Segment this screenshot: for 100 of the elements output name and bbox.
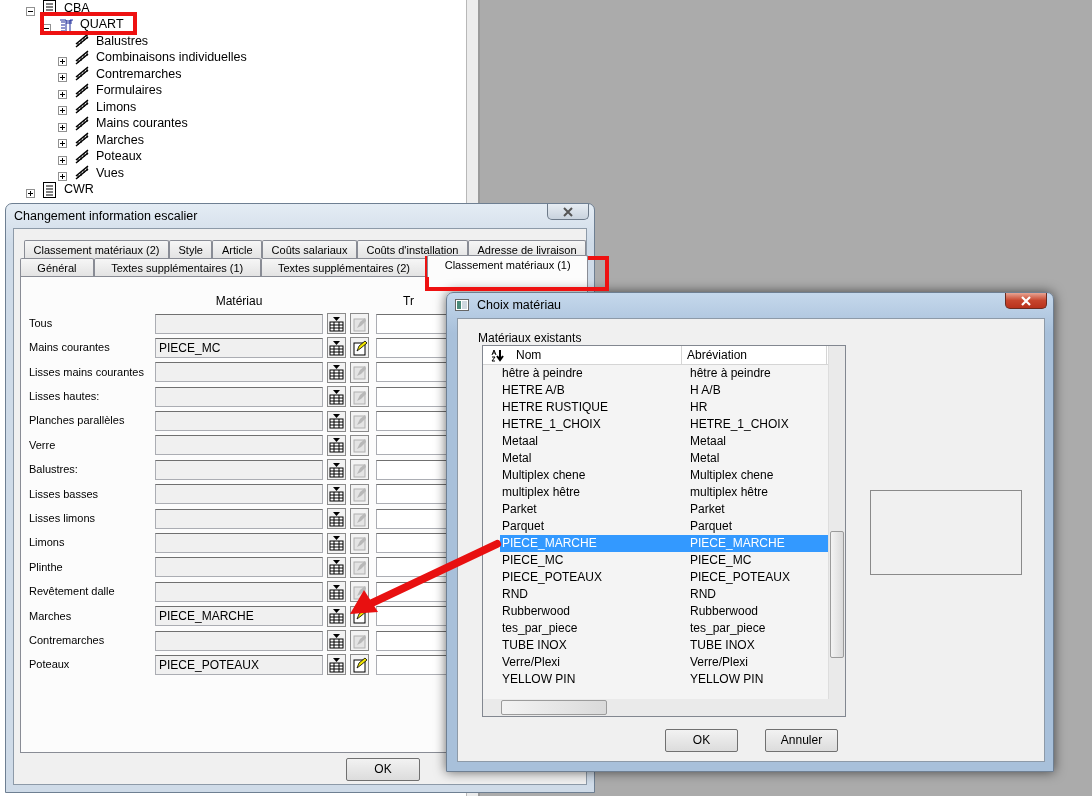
- tree-item[interactable]: Limons: [94, 99, 139, 115]
- list-row[interactable]: tes_par_piece tes_par_piece: [500, 620, 828, 637]
- list-row[interactable]: RND RND: [500, 586, 828, 603]
- tab[interactable]: Coûts d'installation: [356, 240, 468, 258]
- cancel-button[interactable]: Annuler: [765, 729, 838, 752]
- list-row[interactable]: Rubberwood Rubberwood: [500, 603, 828, 620]
- note-pencil-icon: [351, 486, 368, 503]
- pick-button[interactable]: [327, 508, 346, 530]
- tab[interactable]: Textes supplémentaires (2): [260, 258, 428, 276]
- edit-button[interactable]: [350, 337, 369, 359]
- input-field[interactable]: [155, 411, 323, 432]
- ok-button[interactable]: OK: [346, 758, 420, 781]
- list-row[interactable]: TUBE INOX TUBE INOX: [500, 637, 828, 654]
- list-row[interactable]: Verre/Plexi Verre/Plexi: [500, 654, 828, 671]
- close-button[interactable]: [547, 204, 589, 220]
- close-button[interactable]: [1005, 293, 1047, 309]
- input-field[interactable]: [155, 362, 323, 383]
- rails-icon: [74, 165, 90, 182]
- list-row[interactable]: HETRE_1_CHOIX HETRE_1_CHOIX: [500, 416, 828, 433]
- note-pencil-icon: [351, 364, 368, 381]
- input-field[interactable]: [155, 484, 323, 505]
- field-label: Contremarches: [28, 634, 106, 648]
- column-header[interactable]: Nom: [483, 346, 682, 364]
- tree-item[interactable]: CBA: [62, 0, 92, 16]
- tab[interactable]: Textes supplémentaires (1): [93, 258, 261, 276]
- close-icon: [1020, 296, 1032, 307]
- list-row[interactable]: PIECE_MC PIECE_MC: [500, 552, 828, 569]
- pick-button[interactable]: [327, 361, 346, 383]
- field-label: Revêtement dalle: [28, 585, 116, 599]
- field-label: Marches: [28, 609, 73, 623]
- tree-item[interactable]: Mains courantes: [94, 116, 190, 132]
- horizontal-scrollbar[interactable]: [483, 699, 845, 716]
- list-row[interactable]: HETRE RUSTIQUE HR: [500, 399, 828, 416]
- input-field[interactable]: [155, 557, 323, 578]
- input-field[interactable]: [155, 508, 323, 529]
- input-field[interactable]: [155, 630, 323, 651]
- pick-button[interactable]: [327, 605, 346, 627]
- note-pencil-icon: [351, 437, 368, 454]
- list-row[interactable]: hêtre à peindre hêtre à peindre: [500, 365, 828, 382]
- pick-button[interactable]: [327, 630, 346, 652]
- vertical-scrollbar[interactable]: [828, 346, 845, 699]
- tree-item[interactable]: QUART: [78, 17, 126, 33]
- pick-button[interactable]: [327, 337, 346, 359]
- tree-item[interactable]: Combinaisons individuelles: [94, 50, 249, 66]
- pick-button[interactable]: [327, 459, 346, 481]
- edit-button[interactable]: [350, 654, 369, 676]
- list-row[interactable]: HETRE A/B H A/B: [500, 382, 828, 399]
- column-header: Tr: [403, 293, 414, 309]
- list-row[interactable]: multiplex hêtre multiplex hêtre: [500, 484, 828, 501]
- tree-item[interactable]: Marches: [94, 132, 146, 148]
- pick-button[interactable]: [327, 483, 346, 505]
- pick-button[interactable]: [327, 410, 346, 432]
- list-row[interactable]: YELLOW PIN YELLOW PIN: [500, 671, 828, 688]
- list-row[interactable]: Multiplex chene Multiplex chene: [500, 467, 828, 484]
- pick-button[interactable]: [327, 532, 346, 554]
- pick-button[interactable]: [327, 313, 346, 334]
- pick-button[interactable]: [327, 434, 346, 456]
- note-pencil-icon: [351, 656, 368, 673]
- pick-button[interactable]: [327, 581, 346, 603]
- input-field[interactable]: [155, 533, 323, 553]
- tree-item[interactable]: Contremarches: [94, 66, 184, 82]
- input-field[interactable]: [155, 459, 323, 480]
- field-label: Planches parallèles: [28, 414, 126, 428]
- field-label: Poteaux: [28, 658, 71, 672]
- column-header[interactable]: Abréviation: [682, 346, 827, 364]
- input-field[interactable]: [155, 435, 323, 456]
- rails-icon: [74, 49, 90, 66]
- pick-button[interactable]: [327, 654, 346, 676]
- input-field[interactable]: [155, 386, 323, 407]
- tab[interactable]: Style: [168, 240, 213, 258]
- rails-icon: [74, 132, 90, 149]
- table-icon: [329, 461, 344, 478]
- ok-button[interactable]: OK: [665, 729, 738, 752]
- tab[interactable]: Classement matériaux (2): [24, 240, 169, 258]
- pick-button[interactable]: [327, 386, 346, 408]
- tree-item[interactable]: Poteaux: [94, 149, 144, 165]
- input-field[interactable]: PIECE_MARCHE: [155, 606, 323, 627]
- table-icon: [329, 608, 344, 625]
- pick-button[interactable]: [327, 556, 346, 578]
- input-field[interactable]: PIECE_MC: [155, 337, 323, 358]
- rails-icon: [74, 99, 90, 116]
- input-field[interactable]: [155, 313, 323, 334]
- field-label: Balustres:: [28, 463, 79, 477]
- list-row[interactable]: PIECE_POTEAUX PIECE_POTEAUX: [500, 569, 828, 586]
- tab[interactable]: Article: [212, 240, 263, 258]
- tree-item[interactable]: Balustres: [94, 33, 151, 49]
- tab[interactable]: Classement matériaux (1): [427, 255, 588, 277]
- input-field[interactable]: [155, 581, 323, 602]
- list-row[interactable]: Metaal Metaal: [500, 433, 828, 450]
- list-row[interactable]: Metal Metal: [500, 450, 828, 467]
- sort-icon: [491, 348, 504, 362]
- list-row[interactable]: Parquet Parquet: [500, 518, 828, 535]
- input-field[interactable]: PIECE_POTEAUX: [155, 654, 323, 675]
- table-icon: [329, 510, 344, 527]
- tree-item[interactable]: Formulaires: [94, 83, 164, 99]
- list-row[interactable]: Parket Parket: [500, 501, 828, 518]
- tree-item[interactable]: Vues: [94, 165, 127, 181]
- tab[interactable]: Général: [20, 258, 94, 276]
- tab[interactable]: Coûts salariaux: [262, 240, 357, 258]
- tree-item[interactable]: CWR: [62, 182, 96, 198]
